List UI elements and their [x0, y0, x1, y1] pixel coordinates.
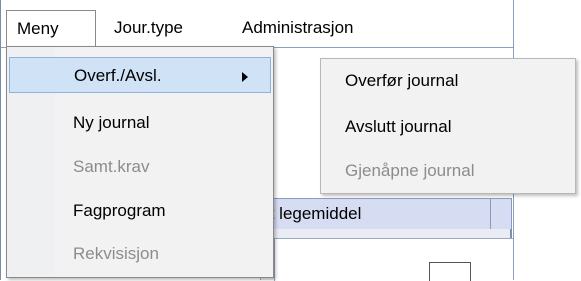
menu-item-label: Overfør journal: [345, 71, 459, 90]
menu-item-overf-avsl[interactable]: Overf./Avsl.: [9, 57, 271, 93]
menu-bar: Meny Jour.type Administrasjon: [0, 0, 581, 48]
menu-item-fagprogram[interactable]: Fagprogram: [9, 193, 271, 229]
menu-bar-right-area: [513, 0, 581, 48]
menu-item-label: Rekvisisjon: [73, 244, 159, 263]
meny-dropdown: Overf./Avsl. Ny journal Samt.krav Fagpro…: [6, 46, 274, 278]
menu-item-label: Fagprogram: [73, 201, 166, 220]
menu-item-avslutt-journal[interactable]: Avslutt journal: [323, 109, 573, 145]
menu-item-label: Samt.krav: [73, 157, 150, 176]
menu-item-label: Overf./Avsl.: [74, 66, 162, 85]
menu-meny[interactable]: Meny: [6, 10, 96, 46]
submenu-arrow-icon: [242, 72, 248, 82]
menu-jour-type[interactable]: Jour.type: [104, 10, 193, 46]
window-left-border: [0, 0, 1, 280]
menu-item-gjenapne-journal[interactable]: Gjenåpne journal: [323, 153, 573, 189]
overf-submenu: Overfør journal Avslutt journal Gjenåpne…: [320, 58, 576, 194]
menu-item-overfor-journal[interactable]: Overfør journal: [323, 63, 573, 99]
background-field[interactable]: [429, 262, 471, 281]
background-tab-label: tt legemiddel: [265, 204, 362, 223]
menu-item-rekvisisjon[interactable]: Rekvisisjon: [9, 236, 271, 272]
menu-item-label: Avslutt journal: [345, 117, 452, 136]
menu-item-label: Ny journal: [73, 113, 150, 132]
menu-item-samt-krav[interactable]: Samt.krav: [9, 149, 271, 185]
background-panel-content: [274, 238, 513, 281]
menu-item-ny-journal[interactable]: Ny journal: [9, 105, 271, 141]
menu-administrasjon[interactable]: Administrasjon: [232, 10, 364, 46]
menu-item-label: Gjenåpne journal: [345, 161, 475, 180]
background-tab-divider: [490, 198, 491, 230]
